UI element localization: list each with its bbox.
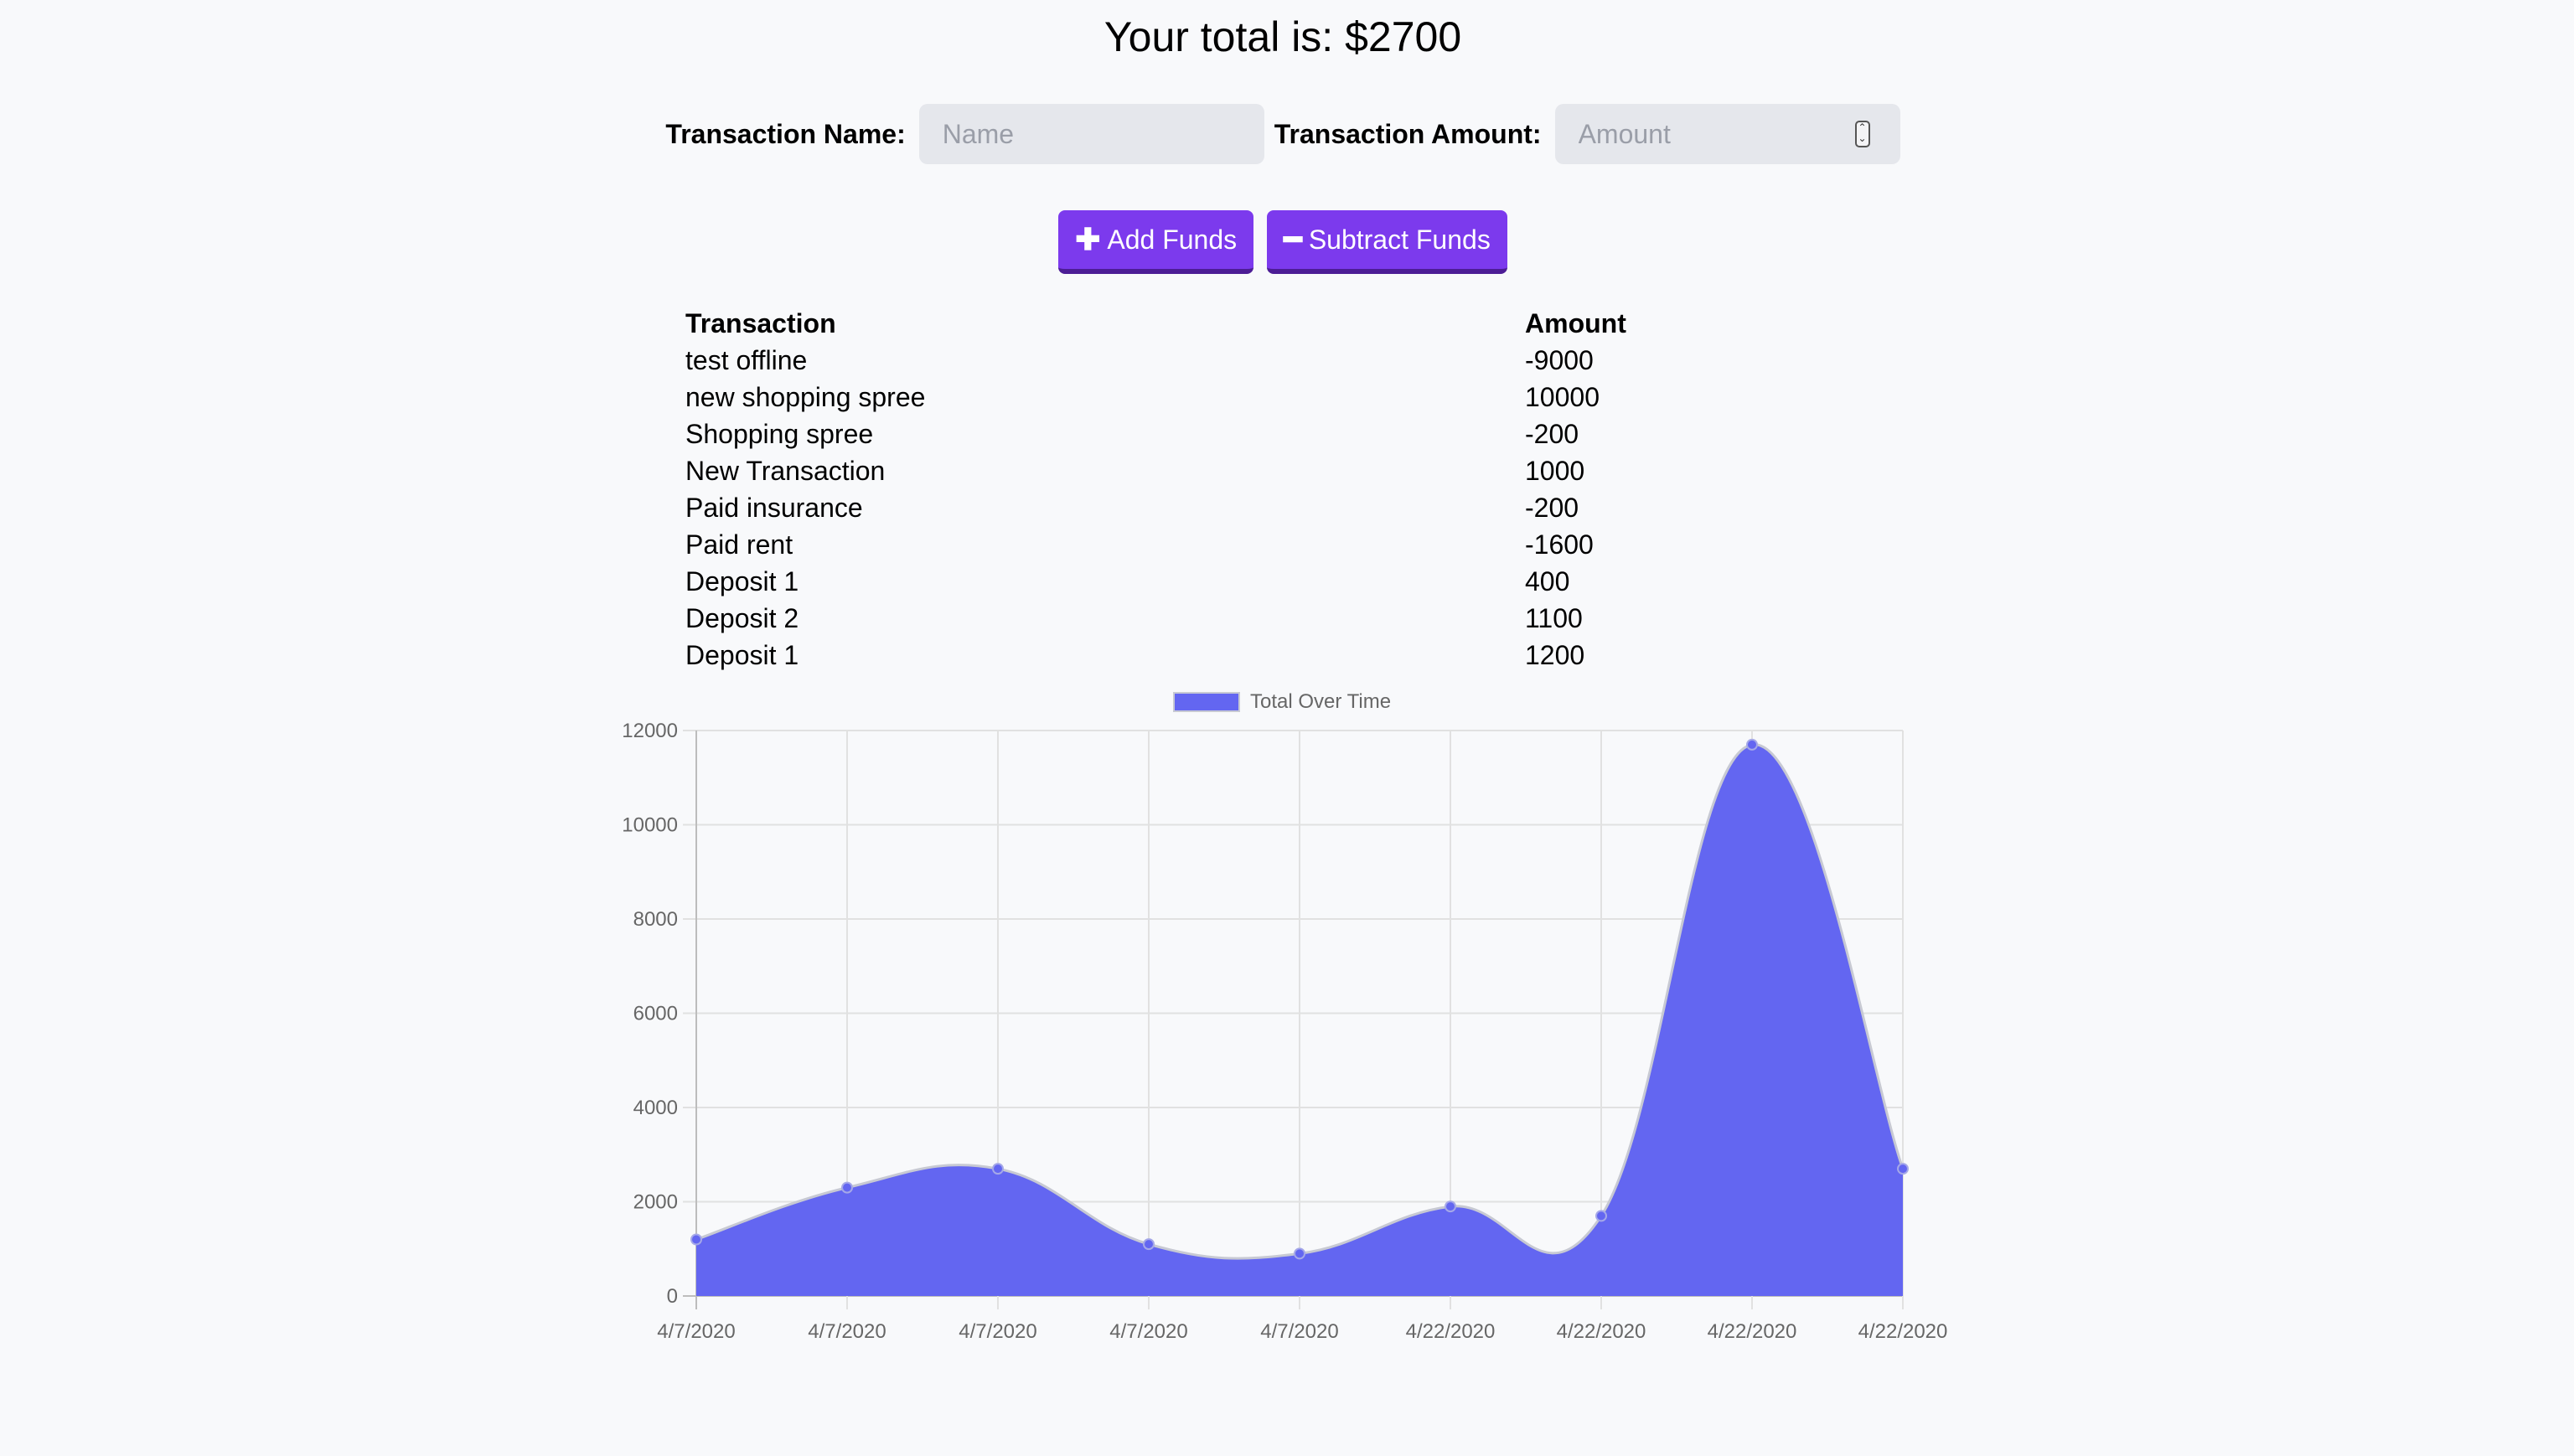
x-tick-label: 4/7/2020 <box>1260 1320 1338 1343</box>
y-tick-label: 0 <box>667 1285 678 1308</box>
x-tick-label: 4/7/2020 <box>657 1320 735 1343</box>
y-tick-label: 10000 <box>622 814 678 837</box>
data-point <box>992 1163 1004 1175</box>
x-tick-label: 4/22/2020 <box>1708 1320 1797 1343</box>
data-point <box>690 1233 702 1246</box>
y-tick-label: 4000 <box>633 1097 678 1119</box>
x-tick-label: 4/22/2020 <box>1858 1320 1948 1343</box>
data-point <box>1897 1163 1909 1175</box>
data-point <box>1595 1210 1607 1222</box>
data-point <box>1143 1238 1155 1251</box>
y-tick-label: 12000 <box>622 720 678 742</box>
x-tick-label: 4/7/2020 <box>1109 1320 1187 1343</box>
y-tick-label: 6000 <box>633 1003 678 1025</box>
x-tick-label: 4/7/2020 <box>808 1320 886 1343</box>
data-point <box>841 1181 853 1194</box>
x-tick-label: 4/7/2020 <box>959 1320 1036 1343</box>
data-point <box>1746 738 1758 751</box>
data-point <box>1294 1247 1305 1260</box>
budget-page: Your total is: $2700 Transaction Name: T… <box>0 0 2574 1456</box>
y-tick-label: 8000 <box>633 908 678 931</box>
y-tick-label: 2000 <box>633 1191 678 1214</box>
x-tick-label: 4/22/2020 <box>1406 1320 1496 1343</box>
total-over-time-chart: 0 2000 4000 6000 8000 10000 12000 4/7/2020 4/7/2… <box>622 720 1948 1343</box>
data-point <box>1445 1200 1456 1213</box>
x-tick-label: 4/22/2020 <box>1557 1320 1646 1343</box>
